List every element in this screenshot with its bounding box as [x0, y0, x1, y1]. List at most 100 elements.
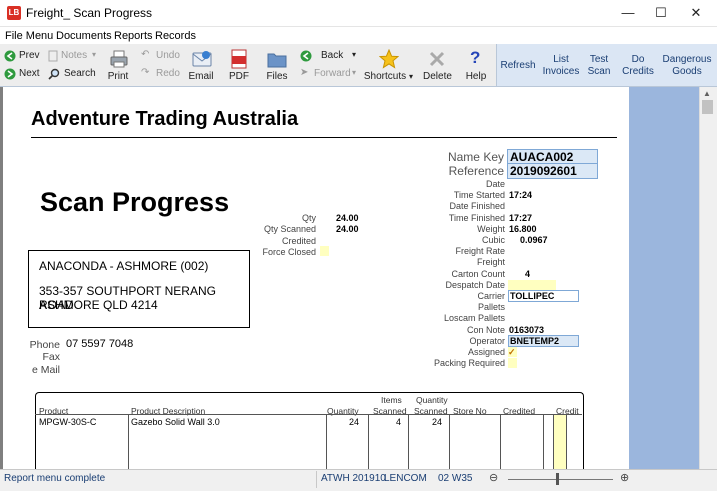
- time-finished-label: Time Finished: [448, 212, 505, 223]
- email-label: Email: [188, 71, 214, 82]
- pdf-button[interactable]: PDF: [226, 47, 252, 85]
- app-logo-icon: LB: [7, 6, 21, 20]
- undo-icon: ↶: [141, 49, 150, 60]
- toolbar-quick-actions: Refresh List Invoices Test Scan Do Credi…: [496, 44, 717, 86]
- maximize-button[interactable]: ☐: [645, 0, 677, 26]
- reference-label: Reference: [448, 164, 504, 178]
- column-divider: [543, 415, 544, 469]
- assigned-value[interactable]: ✓: [508, 347, 517, 357]
- delete-button[interactable]: Delete: [423, 47, 452, 85]
- menu-reports[interactable]: Reports: [114, 30, 153, 42]
- minimize-button[interactable]: —: [612, 0, 644, 26]
- date-label: Date: [485, 179, 505, 189]
- printer-icon: [110, 50, 128, 68]
- menu-documents[interactable]: Documents: [56, 30, 112, 42]
- address-box: ANACONDA - ASHMORE (002) 353-357 SOUTHPO…: [28, 250, 250, 328]
- delete-icon: [429, 51, 445, 67]
- help-button[interactable]: ? Help: [462, 47, 490, 85]
- status-user: LENCOM: [384, 473, 427, 484]
- chevron-down-icon: ▾: [409, 72, 414, 81]
- menu-file[interactable]: File Menu: [5, 30, 53, 42]
- carton-count-label: Carton Count: [451, 268, 505, 279]
- vertical-scrollbar[interactable]: [699, 87, 717, 469]
- status-period: ATWH 201910: [321, 473, 386, 484]
- operator-value[interactable]: BNETEMP2: [508, 334, 579, 347]
- carrier-value[interactable]: TOLLIPEC: [508, 290, 579, 302]
- redo-icon: ↷: [141, 67, 150, 78]
- zoom-in-icon[interactable]: ⊕: [620, 471, 629, 484]
- shortcuts-button[interactable]: Shortcuts ▾: [362, 47, 414, 85]
- close-button[interactable]: ✕: [680, 0, 712, 26]
- list-invoices-label-2: Invoices: [542, 66, 580, 77]
- list-invoices-label-1: List: [553, 54, 569, 65]
- weight-label: Weight: [477, 223, 505, 234]
- cell-product: MPGW-30S-C: [39, 417, 97, 427]
- fax-label: Fax: [42, 351, 60, 363]
- delete-label: Delete: [423, 71, 452, 82]
- despatch-date-value[interactable]: [508, 279, 556, 290]
- next-label: Next: [19, 68, 40, 79]
- list-invoices-button[interactable]: List Invoices: [538, 54, 584, 78]
- email-button[interactable]: Email: [186, 47, 216, 85]
- test-scan-label-2: Scan: [587, 66, 611, 77]
- col-items-scanned-1: Items: [381, 395, 402, 405]
- address-city: ASHMORE QLD 4214: [39, 298, 158, 312]
- credit-input[interactable]: [553, 415, 567, 469]
- test-scan-label-1: Test: [589, 54, 609, 65]
- zoom-slider[interactable]: [508, 479, 613, 480]
- title-bar: LB Freight_ Scan Progress — ☐ ✕: [0, 0, 717, 27]
- column-divider: [449, 415, 450, 469]
- date-finished-label: Date Finished: [449, 201, 505, 212]
- force-closed-checkbox[interactable]: [320, 246, 329, 256]
- credited-label: Credited: [281, 236, 316, 246]
- menu-bar: File Menu Documents Reports Records: [0, 27, 717, 44]
- chevron-down-icon: ▾: [92, 50, 97, 59]
- column-divider: [128, 415, 129, 469]
- cell-qty-scanned: 24: [431, 417, 442, 427]
- freight-rate-label: Freight Rate: [455, 246, 505, 257]
- chevron-down-icon: ▾: [352, 68, 357, 77]
- do-credits-label-1: Do: [631, 54, 645, 65]
- back-label: Back: [321, 50, 344, 61]
- status-divider: [316, 471, 317, 488]
- print-button[interactable]: Print: [105, 47, 131, 85]
- print-label: Print: [107, 71, 129, 82]
- cell-items-scanned: 4: [395, 417, 401, 427]
- carrier-label: Carrier: [477, 291, 505, 301]
- force-closed-label: Force Closed: [262, 247, 316, 257]
- notes-label: Notes: [61, 50, 88, 61]
- packing-required-value[interactable]: [508, 358, 517, 369]
- zoom-out-icon[interactable]: ⊖: [489, 471, 498, 484]
- zoom-slider-handle[interactable]: [556, 473, 559, 485]
- menu-records[interactable]: Records: [155, 30, 196, 42]
- cubic-value: 0.0967: [520, 235, 548, 245]
- refresh-button[interactable]: Refresh: [500, 60, 536, 72]
- notes-icon: [48, 50, 58, 62]
- reference-field[interactable]: 2019092601: [507, 163, 598, 179]
- star-icon: [379, 49, 399, 69]
- dangerous-goods-button[interactable]: Dangerous Goods: [659, 54, 715, 78]
- forward-arrow-icon: ➤: [300, 67, 309, 78]
- status-week: 02 W35: [438, 473, 473, 484]
- carton-count-value: 4: [525, 268, 531, 279]
- search-icon: [48, 68, 60, 80]
- redo-label: Redo: [156, 68, 180, 79]
- files-button[interactable]: Files: [263, 47, 291, 85]
- chevron-down-icon: ▾: [352, 50, 357, 59]
- name-key-label: Name Key: [447, 150, 504, 164]
- email-label-field: e Mail: [31, 364, 60, 376]
- phone-value: 07 5597 7048: [66, 338, 134, 350]
- assigned-label: Assigned: [467, 347, 505, 357]
- do-credits-button[interactable]: Do Credits: [617, 54, 659, 78]
- col-qty-scanned-1: Quantity: [416, 395, 448, 405]
- side-panel: [629, 87, 699, 469]
- scroll-up-icon[interactable]: ▲: [703, 89, 711, 98]
- search-label: Search: [64, 68, 96, 79]
- pdf-icon: [231, 49, 247, 69]
- freight-label: Freight: [476, 257, 505, 268]
- con-note-label: Con Note: [466, 324, 505, 335]
- test-scan-button[interactable]: Test Scan: [585, 54, 613, 78]
- scrollbar-thumb[interactable]: [702, 100, 713, 114]
- prev-label: Prev: [19, 50, 40, 61]
- customer-name: ANACONDA - ASHMORE (002): [39, 259, 209, 273]
